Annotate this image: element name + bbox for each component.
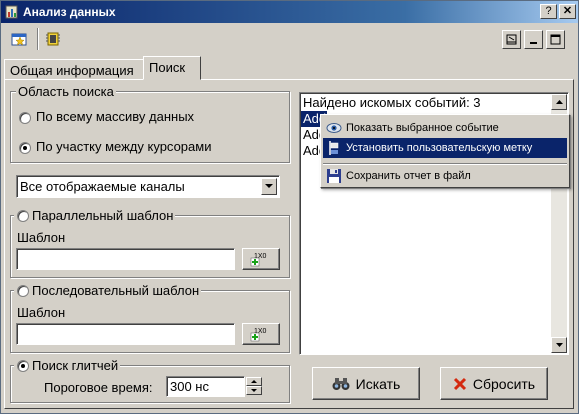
chip-icon <box>46 32 60 46</box>
scroll-up-button[interactable] <box>551 94 567 110</box>
threshold-time-value: 300 нс <box>170 379 209 394</box>
close-button[interactable]: ✕ <box>559 4 576 19</box>
add-bits-icon: 1X0 <box>250 253 267 267</box>
spin-up-icon <box>251 380 257 383</box>
restore-icon <box>506 34 517 45</box>
maximize-icon <box>550 34 561 45</box>
parallel-template-field-label: Шаблон <box>17 230 66 245</box>
sequential-template-input[interactable] <box>16 323 235 345</box>
search-button[interactable]: Искать <box>312 367 420 400</box>
new-search-tool-button[interactable] <box>8 28 30 50</box>
channels-select[interactable]: Все отображаемые каналы <box>16 175 280 198</box>
radio-between-cursors[interactable] <box>19 142 31 154</box>
sequential-template-group: Последовательный шаблон Шаблон 1X0 <box>10 283 290 353</box>
glitch-search-group: Поиск глитчей Пороговое время: 300 нс <box>10 358 290 403</box>
chevron-down-icon <box>265 184 273 188</box>
window-star-icon <box>11 33 27 46</box>
chip-tool-button[interactable] <box>42 28 64 50</box>
radio-whole-array-label[interactable]: По всему массиву данных <box>36 109 194 125</box>
menu-item-show-event-label: Показать выбранное событие <box>346 122 499 134</box>
glitch-search-legend[interactable]: Поиск глитчей <box>14 358 121 373</box>
toolbar <box>1 23 578 56</box>
title-bar[interactable]: Анализ данных ? ✕ <box>1 1 578 23</box>
restore-button[interactable] <box>502 30 521 49</box>
search-area-group: Область поиска По всему массиву данных П… <box>10 84 290 163</box>
search-button-label: Искать <box>355 375 401 392</box>
binoculars-icon <box>332 377 350 390</box>
radio-glitch-search[interactable] <box>17 360 29 372</box>
channels-dropdown-button[interactable] <box>261 178 277 195</box>
save-icon <box>327 169 341 183</box>
menu-item-set-marker[interactable]: Установить пользовательскую метку <box>323 138 567 158</box>
tab-search[interactable]: Поиск <box>143 56 201 80</box>
menu-item-set-marker-label: Установить пользовательскую метку <box>346 142 533 154</box>
help-button[interactable]: ? <box>540 4 557 19</box>
sequential-template-legend[interactable]: Последовательный шаблон <box>14 283 202 298</box>
arrow-down-icon <box>555 343 563 347</box>
threshold-spin-down[interactable] <box>246 386 262 395</box>
threshold-time-input[interactable]: 300 нс <box>166 376 245 397</box>
sequential-template-field-label: Шаблон <box>17 305 66 320</box>
maximize-button[interactable] <box>546 30 565 49</box>
parallel-template-legend[interactable]: Параллельный шаблон <box>14 208 176 223</box>
radio-parallel-template[interactable] <box>17 210 29 222</box>
minimize-icon <box>530 42 537 44</box>
parallel-template-input[interactable] <box>16 248 235 270</box>
threshold-time-label: Пороговое время: <box>44 380 153 395</box>
radio-sequential-template[interactable] <box>17 285 29 297</box>
results-header: Найдено искомых событий: 3 <box>303 95 481 110</box>
radio-whole-array[interactable] <box>19 112 31 124</box>
app-icon <box>5 5 18 19</box>
sequential-template-add-button[interactable]: 1X0 <box>242 323 280 345</box>
analysis-window: Анализ данных ? ✕ Общая информация Поиск… <box>0 0 579 414</box>
toolbar-separator <box>37 28 39 50</box>
channels-select-value: Все отображаемые каналы <box>20 179 185 194</box>
threshold-spin-up[interactable] <box>246 377 262 386</box>
spin-down-icon <box>251 389 257 392</box>
tab-general-info[interactable]: Общая информация <box>4 59 144 80</box>
marker-icon <box>329 141 339 155</box>
menu-separator <box>323 163 567 165</box>
reset-button[interactable]: Сбросить <box>440 367 548 400</box>
menu-item-save-report[interactable]: Сохранить отчет в файл <box>323 166 567 186</box>
parallel-template-add-button[interactable]: 1X0 <box>242 248 280 270</box>
scroll-down-button[interactable] <box>551 337 567 353</box>
menu-item-show-event[interactable]: Показать выбранное событие <box>323 118 567 138</box>
parallel-template-group: Параллельный шаблон Шаблон 1X0 <box>10 208 290 278</box>
menu-item-save-report-label: Сохранить отчет в файл <box>346 170 471 182</box>
arrow-up-icon <box>555 100 563 104</box>
add-bits-icon: 1X0 <box>250 328 267 342</box>
reset-button-label: Сбросить <box>472 375 536 392</box>
window-title: Анализ данных <box>23 5 116 19</box>
search-area-legend: Область поиска <box>16 84 116 99</box>
red-x-icon <box>453 377 466 390</box>
context-menu: Показать выбранное событие Установить по… <box>320 114 570 188</box>
minimize-button[interactable] <box>524 30 543 49</box>
radio-between-cursors-label[interactable]: По участку между курсорами <box>36 139 211 155</box>
eye-icon <box>326 123 342 133</box>
